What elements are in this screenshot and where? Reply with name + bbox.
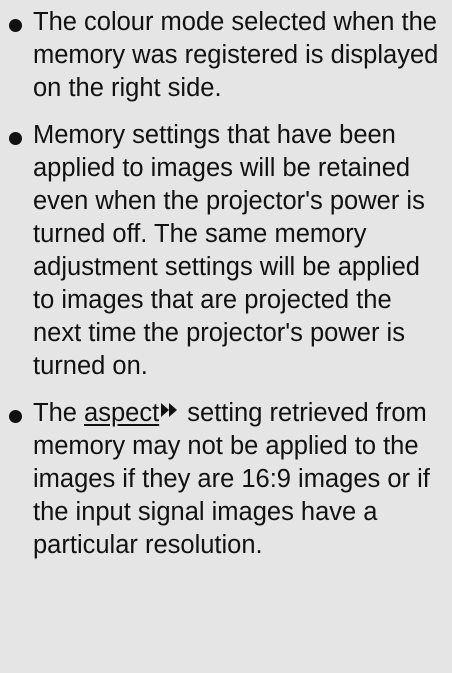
note-text-before: The — [33, 399, 85, 427]
bullet-icon — [9, 410, 22, 423]
note-colour-mode: The colour mode selected when the memory… — [0, 6, 452, 105]
bullet-icon — [9, 19, 22, 32]
aspect-glossary-link[interactable]: aspect — [84, 399, 159, 427]
double-arrow-right-icon — [161, 403, 178, 417]
note-text: Memory settings that have been applied t… — [33, 121, 425, 380]
notes-list: The colour mode selected when the memory… — [0, 0, 452, 562]
note-text: The colour mode selected when the memory… — [33, 8, 439, 102]
note-memory-retained: Memory settings that have been applied t… — [0, 119, 452, 383]
bullet-icon — [9, 132, 22, 145]
note-aspect-setting: The aspect setting retrieved from memory… — [0, 397, 452, 562]
